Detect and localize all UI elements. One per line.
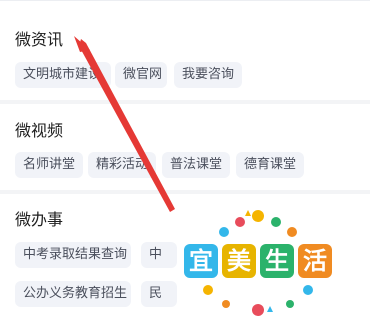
logo-char-mei: 美 <box>222 244 256 278</box>
logo-char-huo: 活 <box>298 244 332 278</box>
logo-char-yi: 宜 <box>184 244 218 278</box>
logo-char-sheng: 生 <box>260 244 294 278</box>
yimei-life-logo: 宜 美 生 活 <box>178 206 338 318</box>
